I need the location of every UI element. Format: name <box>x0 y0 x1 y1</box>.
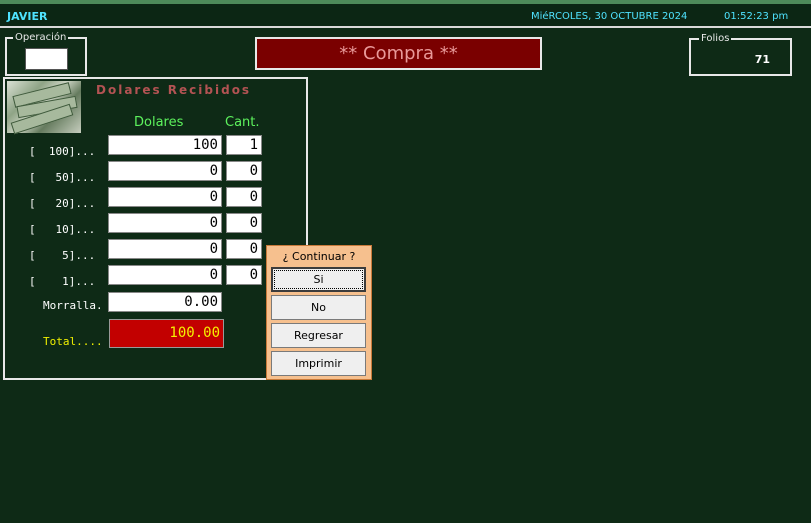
dolares-field[interactable]: 100 <box>108 135 222 155</box>
cant-field[interactable]: 0 <box>226 239 262 259</box>
dolares-column-header: Dolares <box>134 115 184 130</box>
cant-field[interactable]: 1 <box>226 135 262 155</box>
dolares-panel: Dolares Recibidos Dolares Cant. [ 100]..… <box>3 77 308 380</box>
si-button[interactable]: Si <box>271 267 366 292</box>
morralla-field[interactable]: 0.00 <box>108 292 222 312</box>
cant-field[interactable]: 0 <box>226 187 262 207</box>
folios-value: 71 <box>754 53 770 66</box>
money-image <box>7 81 81 135</box>
user-name: JAVIER <box>7 10 48 23</box>
panel-title: Dolares Recibidos <box>96 83 252 97</box>
date-display: MiéRCOLES, 30 OCTUBRE 2024 <box>531 11 688 22</box>
cant-field[interactable]: 0 <box>226 265 262 285</box>
denomination-label: [ 20]... <box>29 197 96 210</box>
dolares-field[interactable]: 0 <box>108 161 222 181</box>
denomination-label: [ 50]... <box>29 171 96 184</box>
operacion-input[interactable] <box>25 48 68 70</box>
total-label: Total.... <box>43 335 103 348</box>
folios-legend: Folios <box>699 32 732 45</box>
denomination-label: [ 5]... <box>29 249 96 262</box>
continue-dialog: ¿ Continuar ? Si No Regresar Imprimir <box>266 245 372 380</box>
folios-group: Folios 71 <box>689 32 792 76</box>
dolares-field[interactable]: 0 <box>108 213 222 233</box>
denomination-label: [ 1]... <box>29 275 96 288</box>
regresar-button[interactable]: Regresar <box>271 323 366 348</box>
dolares-field[interactable]: 0 <box>108 265 222 285</box>
imprimir-button[interactable]: Imprimir <box>271 351 366 376</box>
title-bar: JAVIER MiéRCOLES, 30 OCTUBRE 2024 01:52:… <box>0 4 811 28</box>
operacion-group: Operación <box>5 31 87 76</box>
total-value: 100.00 <box>109 319 224 348</box>
denomination-label: [ 10]... <box>29 223 96 236</box>
dialog-title: ¿ Continuar ? <box>282 250 356 263</box>
cant-column-header: Cant. <box>225 115 260 130</box>
cant-field[interactable]: 0 <box>226 161 262 181</box>
denomination-label: [ 100]... <box>29 145 96 158</box>
no-button[interactable]: No <box>271 295 366 320</box>
operation-banner: ** Compra ** <box>255 37 542 70</box>
operacion-legend: Operación <box>13 31 69 44</box>
morralla-label: Morralla. <box>43 299 103 312</box>
dolares-field[interactable]: 0 <box>108 239 222 259</box>
dolares-field[interactable]: 0 <box>108 187 222 207</box>
time-display: 01:52:23 pm <box>724 11 789 22</box>
cant-field[interactable]: 0 <box>226 213 262 233</box>
